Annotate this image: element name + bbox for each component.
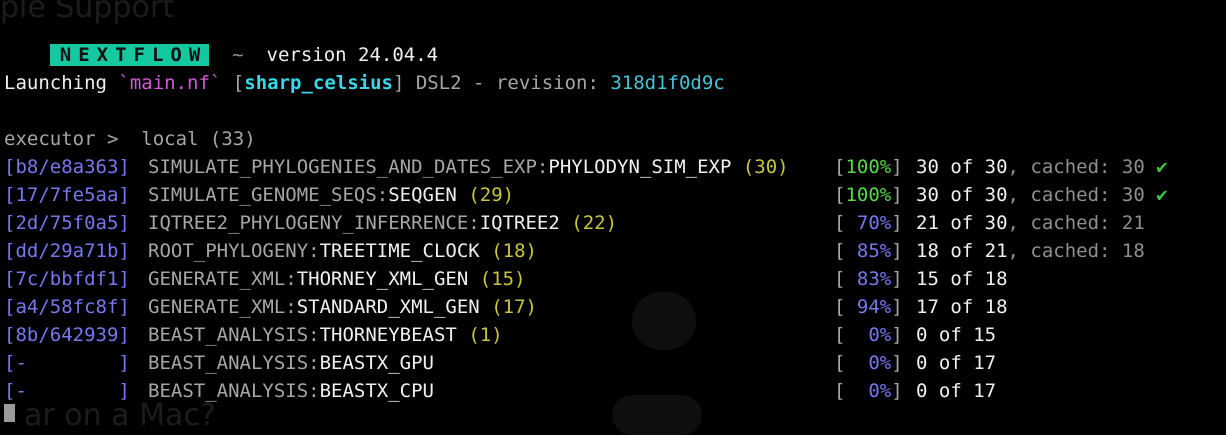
process-name: THORNEYBEAST <box>319 324 457 346</box>
progress-count: 21 of 30 <box>916 212 1008 234</box>
progress-percent: 83% <box>845 268 892 290</box>
process-row: [a4/58fc8f] GENERATE_XML:STANDARD_XML_GEN… <box>4 293 1222 321</box>
process-group: ROOT_PHYLOGENY: <box>148 240 320 262</box>
task-hash: [7c/bbfdf1] <box>4 268 130 290</box>
process-group: SIMULATE_PHYLOGENIES_AND_DATES_EXP: <box>148 156 549 178</box>
process-name: THORNEY_XML_GEN <box>296 268 469 290</box>
process-group: GENERATE_XML: <box>148 268 297 290</box>
check-icon: ✔ <box>1156 156 1168 178</box>
progress-percent: 0% <box>845 352 892 374</box>
progress-percent: 100% <box>845 156 892 178</box>
process-name: IQTREE2 <box>479 212 560 234</box>
cached-count: , cached: 30 <box>1007 156 1145 178</box>
progress-count: 0 of 17 <box>916 380 997 402</box>
terminal-cursor <box>4 404 15 422</box>
process-count: (18) <box>491 240 537 262</box>
process-row: [- ] BEAST_ANALYSIS:BEASTX_GPU [ 0%] 0 of … <box>4 349 1222 377</box>
executor-value: local (33) <box>141 128 256 150</box>
progress-percent: 85% <box>845 240 892 262</box>
process-name: SEQGEN <box>388 184 457 206</box>
process-group: BEAST_ANALYSIS: <box>148 352 320 374</box>
process-row: [7c/bbfdf1] GENERATE_XML:THORNEY_XML_GEN … <box>4 265 1222 293</box>
process-group: SIMULATE_GENOME_SEQS: <box>148 184 389 206</box>
process-name: TREETIME_CLOCK <box>319 240 480 262</box>
revision-hash: 318d1f0d9c <box>610 72 725 94</box>
progress-percent: 100% <box>845 184 892 206</box>
cached-count: , cached: 30 <box>1007 184 1145 206</box>
progress-percent: 94% <box>845 296 892 318</box>
process-group: BEAST_ANALYSIS: <box>148 324 320 346</box>
task-hash: [2d/75f0a5] <box>4 212 130 234</box>
task-hash: [a4/58fc8f] <box>4 296 130 318</box>
task-hash: [b8/e8a363] <box>4 156 130 178</box>
executor-line: executor > local (33) <box>4 128 256 150</box>
header-line: NEXTFLOW ~ version 24.04.4 <box>4 13 438 66</box>
tilde: ~ <box>232 44 244 66</box>
process-row: [17/7fe5aa] SIMULATE_GENOME_SEQS:SEQGEN (… <box>4 181 1222 209</box>
progress-count: 15 of 18 <box>916 268 1008 290</box>
progress-percent: 70% <box>845 212 892 234</box>
process-row: [2d/75f0a5] IQTREE2_PHYLOGENY_INFERRENCE:… <box>4 209 1222 237</box>
process-row: [b8/e8a363] SIMULATE_PHYLOGENIES_AND_DATE… <box>4 153 1222 181</box>
task-hash: [17/7fe5aa] <box>4 184 130 206</box>
progress-count: 17 of 18 <box>916 296 1008 318</box>
process-name: PHYLODYN_SIM_EXP <box>548 156 732 178</box>
cached-count: , cached: 21 <box>1007 212 1145 234</box>
process-name: STANDARD_XML_GEN <box>296 296 480 318</box>
nextflow-logo: NEXTFLOW <box>49 44 210 66</box>
process-group: IQTREE2_PHYLOGENY_INFERRENCE: <box>148 212 480 234</box>
task-hash: [- ] <box>4 380 130 402</box>
run-name: sharp_celsius <box>244 72 393 94</box>
progress-count: 18 of 21 <box>916 240 1008 262</box>
process-count: (17) <box>491 296 537 318</box>
process-row: [8b/642939] BEAST_ANALYSIS:THORNEYBEAST (… <box>4 321 1222 349</box>
cached-count: , cached: 18 <box>1007 240 1145 262</box>
progress-percent: 0% <box>845 380 892 402</box>
task-hash: [8b/642939] <box>4 324 130 346</box>
task-hash: [dd/29a71b] <box>4 240 130 262</box>
process-row: [dd/29a71b] ROOT_PHYLOGENY:TREETIME_CLOCK… <box>4 237 1222 265</box>
launch-line: Launching `main.nf` [sharp_celsius] DSL2… <box>4 72 725 94</box>
process-count: (22) <box>571 212 618 234</box>
progress-count: 30 of 30 <box>916 184 1008 206</box>
process-name: BEASTX_GPU <box>319 352 434 374</box>
progress-count: 0 of 15 <box>916 324 997 346</box>
task-hash: [- ] <box>4 352 130 374</box>
process-group: GENERATE_XML: <box>148 296 297 318</box>
process-count: (15) <box>479 268 526 290</box>
progress-percent: 0% <box>845 324 892 346</box>
process-count: (30) <box>742 156 789 178</box>
check-icon: ✔ <box>1156 184 1168 206</box>
dsl-label: DSL2 - <box>404 72 496 94</box>
process-row: [- ] BEAST_ANALYSIS:BEASTX_CPU [ 0%] 0 of … <box>4 377 1222 405</box>
script-name: `main.nf` <box>118 72 222 94</box>
progress-count: 30 of 30 <box>916 156 1008 178</box>
terminal[interactable]: NEXTFLOW ~ version 24.04.4 Launching `ma… <box>4 0 1222 422</box>
process-group: BEAST_ANALYSIS: <box>148 380 320 402</box>
process-count: (1) <box>468 324 503 346</box>
process-name: BEASTX_CPU <box>319 380 434 402</box>
version-text: version 24.04.4 <box>266 44 439 66</box>
progress-count: 0 of 17 <box>916 352 997 374</box>
process-count: (29) <box>468 184 515 206</box>
